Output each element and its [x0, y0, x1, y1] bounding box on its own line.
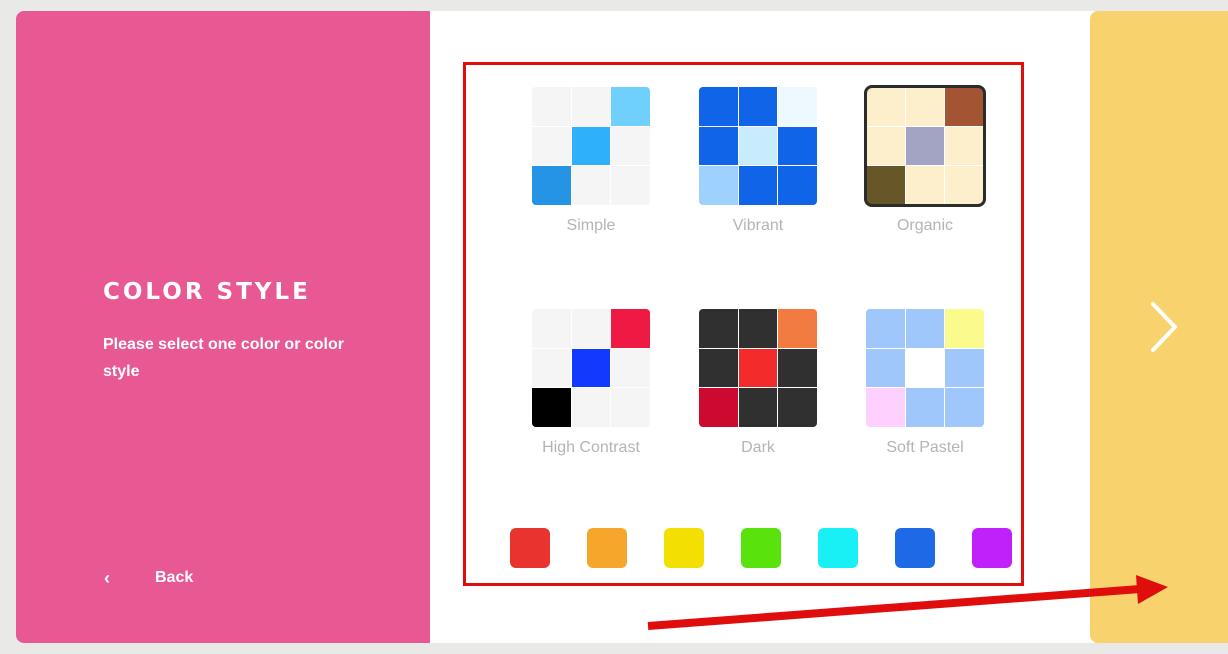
back-button[interactable]: ‹ Back: [100, 565, 193, 591]
intro-panel: COLOR STYLE Please select one color or c…: [16, 11, 440, 643]
page-title: COLOR STYLE: [103, 279, 311, 305]
highlight-annotation: [463, 62, 1024, 586]
next-button[interactable]: [1145, 300, 1185, 356]
back-label: Back: [155, 569, 194, 586]
chevron-left-icon: ‹: [104, 567, 110, 588]
page-subtitle: Please select one color or color style: [103, 336, 344, 380]
chevron-right-icon: [1151, 302, 1177, 352]
